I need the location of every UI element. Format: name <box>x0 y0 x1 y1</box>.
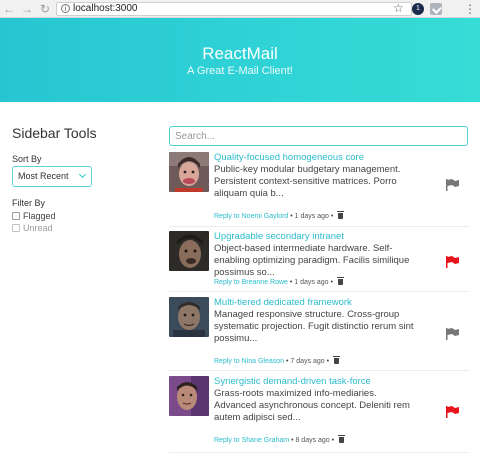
trash-icon[interactable] <box>338 435 346 443</box>
message-meta: Reply to Breanne Rowe • 1 days ago • <box>214 277 344 286</box>
trash-icon[interactable] <box>337 211 345 219</box>
info-icon[interactable]: i <box>61 4 70 13</box>
url-text: localhost:3000 <box>73 3 138 14</box>
message-meta: Reply to Shane Graham • 8 days ago • <box>214 435 346 444</box>
message-subject[interactable]: Multi-tiered dedicated framework <box>214 297 352 308</box>
message-time: 8 days ago <box>295 437 330 444</box>
extension-icon[interactable]: 1 <box>412 3 424 15</box>
message-meta: Reply to Noemi Gaylord • 1 days ago • <box>214 211 345 220</box>
message-subject[interactable]: Synergistic demand-driven task-force <box>214 376 371 387</box>
message-item[interactable]: Quality-focused homogeneous core Public-… <box>169 152 469 228</box>
app-title: ReactMail <box>202 44 278 63</box>
divider <box>169 226 469 227</box>
message-preview: Managed responsive structure. Cross-grou… <box>214 309 414 345</box>
back-icon[interactable]: ← <box>2 1 16 17</box>
reply-link[interactable]: Reply to Breanne Rowe <box>214 279 288 286</box>
message-subject[interactable]: Quality-focused homogeneous core <box>214 152 364 163</box>
forward-icon[interactable]: → <box>20 1 34 17</box>
reply-link[interactable]: Reply to Nina Gleason <box>214 358 284 365</box>
sort-value: Most Recent <box>18 171 69 181</box>
avatar <box>169 231 209 271</box>
flag-icon[interactable] <box>446 256 460 268</box>
meta-separator: • <box>330 279 333 286</box>
message-item[interactable]: Synergistic demand-driven task-force Gra… <box>169 376 469 452</box>
message-item[interactable]: Upgradable secondary intranet Object-bas… <box>169 231 469 307</box>
sort-label: Sort By <box>12 154 42 164</box>
sidebar-title: Sidebar Tools <box>12 125 97 141</box>
message-item[interactable]: Multi-tiered dedicated framework Managed… <box>169 297 469 373</box>
reply-link[interactable]: Reply to Shane Graham <box>214 437 289 444</box>
reload-icon[interactable]: ↻ <box>38 1 52 17</box>
divider <box>169 370 469 371</box>
reply-link[interactable]: Reply to Noemi Gaylord <box>214 213 288 220</box>
message-time: 7 days ago <box>290 358 325 365</box>
browser-toolbar: ← → ↻ i localhost:3000 ☆ 1 ⋮ <box>0 0 480 18</box>
divider <box>169 452 469 453</box>
message-time: 1 days ago <box>294 279 329 286</box>
address-bar[interactable]: i localhost:3000 <box>56 2 412 16</box>
message-preview: Public-key modular budgetary management.… <box>214 164 401 200</box>
meta-separator: • <box>330 213 334 220</box>
extension-badge: 1 <box>416 5 420 12</box>
sort-select[interactable]: Most Recent <box>12 166 92 187</box>
filter-flagged-label: Flagged <box>23 211 56 221</box>
menu-icon[interactable]: ⋮ <box>464 0 476 18</box>
flagged-checkbox[interactable] <box>12 212 20 220</box>
avatar <box>169 152 209 192</box>
unread-checkbox[interactable] <box>12 224 20 232</box>
flag-icon[interactable] <box>446 328 460 340</box>
filter-label: Filter By <box>12 198 46 208</box>
hero-banner: ReactMail A Great E-Mail Client! <box>0 18 480 102</box>
flag-icon[interactable] <box>446 406 460 418</box>
filter-unread-label: Unread <box>23 223 53 233</box>
trash-icon[interactable] <box>333 356 341 364</box>
flag-icon[interactable] <box>446 179 460 191</box>
message-meta: Reply to Nina Gleason • 7 days ago • <box>214 356 341 365</box>
message-subject[interactable]: Upgradable secondary intranet <box>214 231 344 242</box>
message-time: 1 days ago <box>294 213 329 220</box>
search-input[interactable] <box>169 126 468 146</box>
pocket-extension-icon[interactable] <box>430 3 442 15</box>
divider <box>169 291 469 292</box>
message-preview: Grass-roots maximized info-mediaries. Ad… <box>214 388 410 424</box>
meta-separator: • <box>326 358 330 365</box>
meta-separator: • <box>331 437 335 444</box>
app-subtitle: A Great E-Mail Client! <box>187 65 293 77</box>
bookmark-star-icon[interactable]: ☆ <box>393 0 404 17</box>
chevron-down-icon <box>78 170 87 179</box>
avatar <box>169 376 209 416</box>
avatar <box>169 297 209 337</box>
trash-icon[interactable] <box>336 277 344 285</box>
message-preview: Object-based intermediate hardware. Self… <box>214 243 410 279</box>
